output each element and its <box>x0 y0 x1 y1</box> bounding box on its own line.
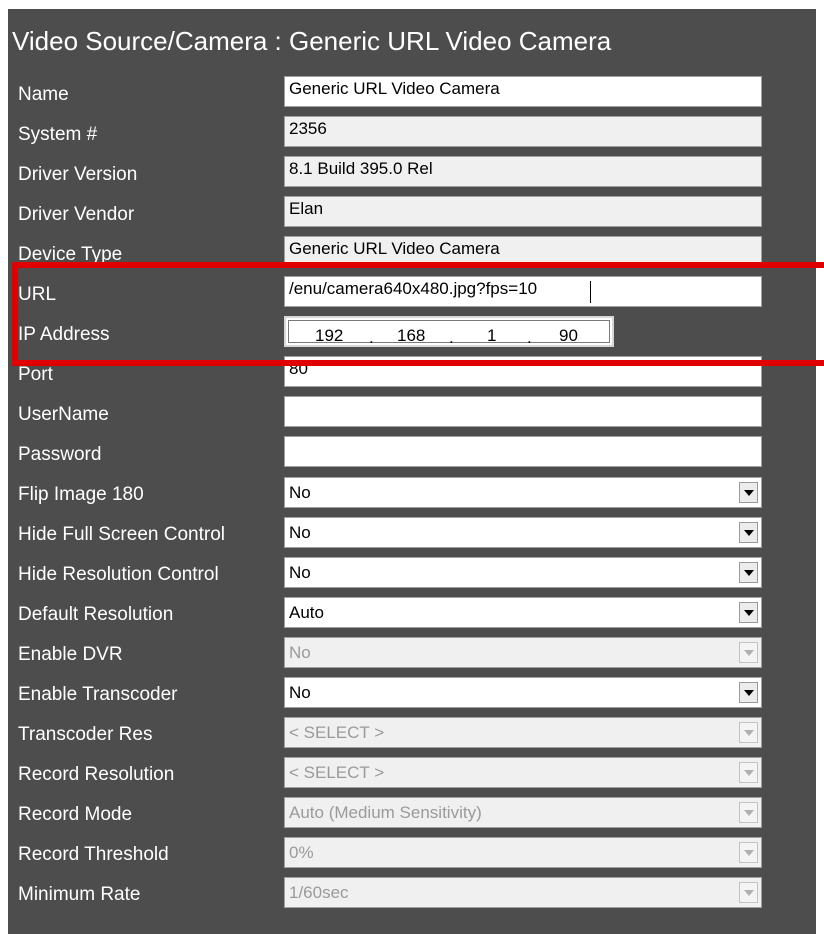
minimum-rate-select: 1/60sec <box>284 877 762 908</box>
hide-resolution-label: Hide Resolution Control <box>18 564 219 585</box>
driver-version-field: 8.1 Build 395.0 Rel <box>284 156 762 187</box>
highlight-annotation <box>12 262 824 366</box>
page-title: Video Source/Camera : Generic URL Video … <box>12 26 612 56</box>
password-field[interactable] <box>284 436 762 467</box>
chevron-down-icon <box>739 882 758 903</box>
chevron-down-icon <box>739 722 758 743</box>
transcoder-res-select: < SELECT > <box>284 717 762 748</box>
chevron-down-icon[interactable] <box>739 522 758 543</box>
enable-transcoder-label: Enable Transcoder <box>18 684 178 705</box>
record-resolution-select: < SELECT > <box>284 757 762 788</box>
enable-dvr-label: Enable DVR <box>18 644 123 665</box>
hide-full-screen-value: No <box>289 523 311 542</box>
record-mode-label: Record Mode <box>18 804 133 825</box>
chevron-down-icon <box>739 762 758 783</box>
flip-image-value: No <box>289 483 311 502</box>
minimum-rate-label: Minimum Rate <box>18 884 141 905</box>
record-threshold-label: Record Threshold <box>18 844 169 865</box>
chevron-down-icon <box>739 802 758 823</box>
camera-settings-panel <box>8 9 816 934</box>
transcoder-res-label: Transcoder Res <box>18 724 153 745</box>
name-field[interactable]: Generic URL Video Camera <box>284 76 762 107</box>
flip-image-label: Flip Image 180 <box>18 484 144 505</box>
driver-vendor-label: Driver Vendor <box>18 204 135 225</box>
name-label: Name <box>18 84 69 105</box>
default-resolution-value: Auto <box>289 603 324 622</box>
minimum-rate-value: 1/60sec <box>289 883 349 902</box>
transcoder-res-value: < SELECT > <box>289 723 385 742</box>
hide-full-screen-label: Hide Full Screen Control <box>18 524 225 545</box>
record-resolution-label: Record Resolution <box>18 764 175 785</box>
driver-vendor-field: Elan <box>284 196 762 227</box>
enable-transcoder-select[interactable]: No <box>284 677 762 708</box>
chevron-down-icon[interactable] <box>739 482 758 503</box>
enable-transcoder-value: No <box>289 683 311 702</box>
hide-full-screen-select[interactable]: No <box>284 517 762 548</box>
username-label: UserName <box>18 404 109 425</box>
default-resolution-label: Default Resolution <box>18 604 174 625</box>
record-mode-select: Auto (Medium Sensitivity) <box>284 797 762 828</box>
record-threshold-select: 0% <box>284 837 762 868</box>
record-mode-value: Auto (Medium Sensitivity) <box>289 803 482 822</box>
enable-dvr-value: No <box>289 643 311 662</box>
default-resolution-select[interactable]: Auto <box>284 597 762 628</box>
hide-resolution-value: No <box>289 563 311 582</box>
chevron-down-icon[interactable] <box>739 602 758 623</box>
chevron-down-icon[interactable] <box>739 682 758 703</box>
system-number-field: 2356 <box>284 116 762 147</box>
chevron-down-icon <box>739 642 758 663</box>
port-label: Port <box>18 364 53 385</box>
flip-image-select[interactable]: No <box>284 477 762 508</box>
record-threshold-value: 0% <box>289 843 314 862</box>
username-field[interactable] <box>284 396 762 427</box>
driver-version-label: Driver Version <box>18 164 138 185</box>
record-resolution-value: < SELECT > <box>289 763 385 782</box>
hide-resolution-select[interactable]: No <box>284 557 762 588</box>
password-label: Password <box>18 444 102 465</box>
chevron-down-icon[interactable] <box>739 562 758 583</box>
enable-dvr-select: No <box>284 637 762 668</box>
chevron-down-icon <box>739 842 758 863</box>
system-number-label: System # <box>18 124 98 145</box>
